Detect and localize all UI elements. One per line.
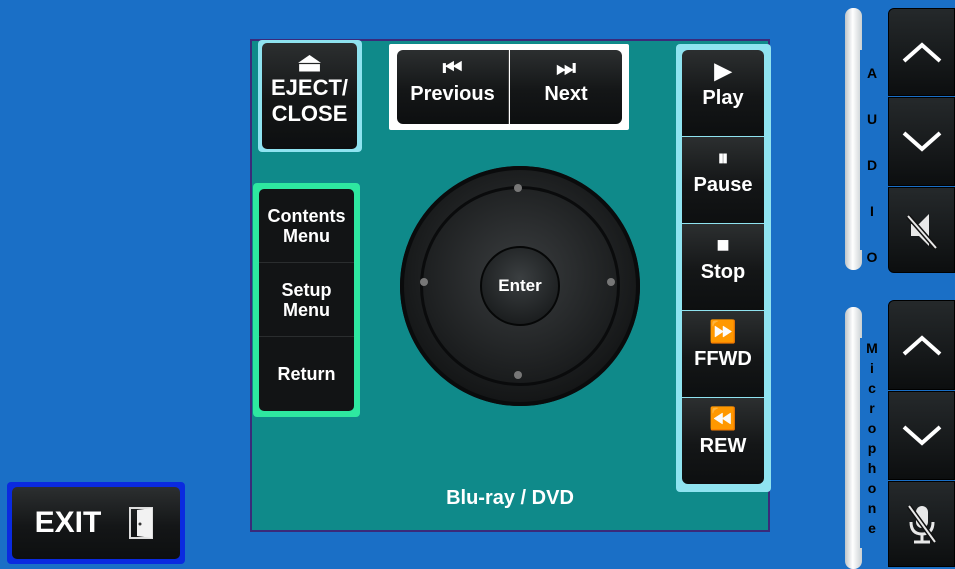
- stop-button[interactable]: ■ Stop: [682, 224, 764, 310]
- enter-label: Enter: [498, 276, 542, 295]
- door-exit-icon: [129, 507, 154, 539]
- skip-next-icon: ⏭: [556, 55, 576, 80]
- next-button[interactable]: ⏭ Next: [510, 50, 622, 124]
- contents-menu-line2: Menu: [283, 225, 330, 246]
- ffwd-button[interactable]: ⏩ FFWD: [682, 311, 764, 397]
- play-icon: ▶: [714, 58, 732, 83]
- chevron-down-icon: [902, 425, 941, 446]
- play-button[interactable]: ▶ Play: [682, 50, 764, 136]
- stop-icon: ■: [716, 232, 730, 257]
- microphone-letter: o: [867, 480, 877, 496]
- audio-letter: A: [866, 65, 878, 81]
- dpad-right-indicator: [607, 278, 615, 286]
- microphone-letter: p: [867, 440, 877, 456]
- microphone-letter: o: [867, 420, 877, 436]
- microphone-mute-icon: [906, 504, 937, 544]
- dpad-down-indicator: [514, 371, 522, 379]
- exit-label: EXIT: [34, 506, 102, 539]
- next-label: Next: [544, 83, 588, 105]
- stop-label: Stop: [700, 261, 746, 283]
- microphone-letter: e: [868, 520, 876, 536]
- return-button[interactable]: Return: [259, 337, 354, 411]
- eject-label-line1: EJECT/: [270, 75, 349, 100]
- microphone-volume-down-button[interactable]: [888, 391, 955, 480]
- contents-menu-line1: Contents: [267, 205, 346, 226]
- microphone-label: M i c r o p h o n e: [860, 338, 884, 548]
- dpad-left-indicator: [420, 278, 428, 286]
- microphone-letter: i: [870, 360, 874, 376]
- audio-mute-button[interactable]: [888, 187, 955, 273]
- play-label: Play: [702, 87, 744, 109]
- chevron-up-icon: [902, 335, 941, 356]
- audio-letter: D: [866, 157, 878, 173]
- microphone-letter: n: [867, 500, 877, 516]
- pause-button[interactable]: ⏸ Pause: [682, 137, 764, 223]
- audio-label: A U D I O: [860, 50, 884, 265]
- microphone-letter: c: [868, 380, 876, 396]
- previous-label: Previous: [410, 83, 495, 105]
- audio-volume-down-button[interactable]: [888, 97, 955, 186]
- microphone-mute-button[interactable]: [888, 481, 955, 567]
- microphone-letter: r: [869, 400, 875, 416]
- dpad-up-button[interactable]: [480, 170, 560, 230]
- fast-forward-icon: ⏩: [709, 319, 737, 344]
- enter-button[interactable]: Enter: [480, 246, 560, 326]
- skip-previous-icon: ⏮: [442, 55, 463, 80]
- audio-letter: O: [866, 249, 878, 265]
- dpad-right-button[interactable]: [576, 246, 636, 326]
- dpad-left-button[interactable]: [404, 246, 464, 326]
- eject-label-line2: CLOSE: [271, 101, 348, 126]
- microphone-letter: M: [866, 340, 878, 356]
- chevron-down-icon: [902, 131, 941, 152]
- audio-volume-up-button[interactable]: [888, 8, 955, 96]
- return-label: Return: [277, 364, 336, 384]
- setup-menu-button[interactable]: Setup Menu: [259, 263, 354, 337]
- setup-menu-line1: Setup: [281, 279, 332, 300]
- rewind-icon: ⏪: [709, 406, 737, 431]
- speaker-mute-icon: [905, 214, 938, 250]
- chevron-up-icon: [902, 42, 941, 63]
- microphone-volume-up-button[interactable]: [888, 300, 955, 390]
- exit-button[interactable]: EXIT: [12, 487, 180, 559]
- dpad-up-indicator: [514, 184, 522, 192]
- pause-label: Pause: [693, 174, 753, 196]
- device-label: Blu-ray / DVD: [446, 487, 574, 509]
- pause-icon: ⏸: [717, 145, 729, 170]
- rew-label: REW: [699, 435, 747, 457]
- eject-icon: ⏏: [297, 47, 322, 77]
- contents-menu-button[interactable]: Contents Menu: [259, 189, 354, 263]
- microphone-letter: h: [867, 460, 877, 476]
- ffwd-label: FFWD: [694, 348, 752, 370]
- audio-letter: U: [866, 111, 878, 127]
- rew-button[interactable]: ⏪ REW: [682, 398, 764, 484]
- previous-button[interactable]: ⏮ Previous: [397, 50, 509, 124]
- setup-menu-line2: Menu: [282, 299, 330, 320]
- audio-letter: I: [870, 203, 874, 219]
- eject-close-button[interactable]: ⏏ EJECT/ CLOSE: [262, 43, 357, 149]
